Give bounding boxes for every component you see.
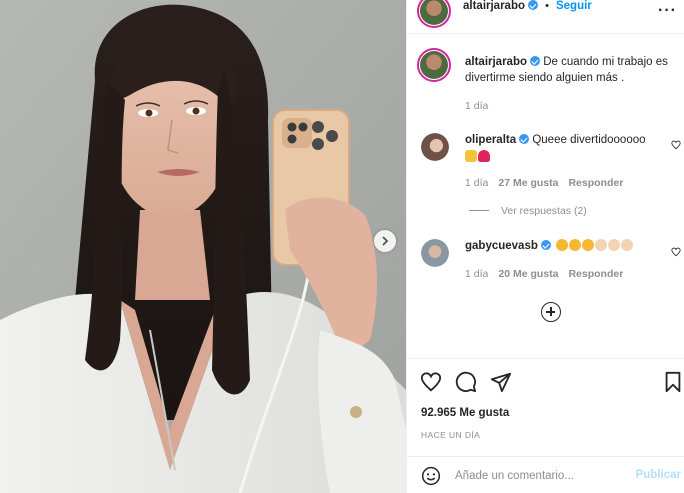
clapping-hands-emoji-icon	[608, 239, 621, 251]
star-struck-emoji-icon	[569, 239, 582, 251]
add-comment-bar: Publicar	[407, 456, 684, 493]
comment-avatar[interactable]	[421, 239, 449, 267]
comment-input[interactable]	[455, 467, 625, 485]
like-comment-heart-icon[interactable]	[671, 140, 681, 150]
post-caption: altairjarabo De cuando mi trabajo es div…	[465, 54, 679, 86]
comment-meta: 1 día 20 Me gusta Responder	[465, 268, 633, 280]
post-header: altairjarabo • Seguir ···	[407, 0, 684, 34]
photo-image	[0, 0, 406, 493]
clapping-hands-emoji-icon	[595, 239, 608, 251]
comment-likes[interactable]: 20 Me gusta	[498, 268, 558, 280]
comment-username[interactable]: gabycuevasb	[465, 240, 538, 252]
star-struck-emoji-icon	[556, 239, 569, 251]
likes-count[interactable]: 92.965 Me gusta	[421, 407, 509, 419]
star-struck-emoji-icon	[582, 239, 595, 251]
comment-time: 1 día	[465, 268, 489, 280]
reply-button[interactable]: Responder	[568, 177, 623, 189]
post-photo[interactable]	[0, 0, 406, 493]
view-replies-button[interactable]: Ver respuestas (2)	[469, 205, 587, 217]
save-bookmark-icon[interactable]	[663, 371, 683, 393]
comment-likes[interactable]: 27 Me gusta	[498, 177, 558, 189]
author-username[interactable]: altairjarabo	[463, 0, 525, 12]
share-send-icon[interactable]	[490, 371, 512, 393]
post-actions: 92.965 Me gusta HACE UN DÍA Publicar	[407, 358, 684, 493]
comment-username[interactable]: oliperalta	[465, 134, 516, 146]
red-heart-emoji-icon	[478, 150, 490, 162]
verified-icon	[528, 0, 538, 10]
emoji-icon[interactable]	[421, 466, 441, 486]
caption-username[interactable]: altairjarabo	[465, 56, 527, 68]
comment-avatar[interactable]	[421, 133, 449, 161]
publish-comment-button[interactable]: Publicar	[636, 469, 681, 481]
post-side-panel: altairjarabo • Seguir ··· altairjarabo D…	[406, 0, 684, 493]
caption-author-avatar[interactable]	[417, 48, 451, 82]
comment-meta: 1 día 27 Me gusta Responder	[465, 177, 633, 189]
verified-icon	[519, 134, 530, 144]
comment-item: gabycuevasb	[465, 238, 665, 255]
comment-item: oliperalta Queee divertidoooooo	[465, 132, 665, 166]
load-more-comments-icon[interactable]	[541, 302, 561, 322]
raising-hands-emoji-icon	[465, 150, 477, 162]
next-photo-button[interactable]	[374, 230, 396, 252]
verified-icon	[540, 240, 551, 250]
comment-bubble-icon[interactable]	[455, 371, 477, 393]
clapping-hands-emoji-icon	[621, 239, 634, 251]
comment-time: 1 día	[465, 177, 489, 189]
post-timestamp: HACE UN DÍA	[421, 430, 481, 440]
caption-time: 1 día	[465, 100, 489, 112]
reply-button[interactable]: Responder	[568, 268, 623, 280]
comment-emojis	[556, 239, 634, 252]
more-options-icon[interactable]: ···	[658, 2, 677, 20]
like-comment-heart-icon[interactable]	[671, 247, 681, 257]
verified-icon	[530, 56, 540, 66]
follow-button[interactable]: Seguir	[556, 0, 592, 12]
author-avatar[interactable]	[417, 0, 451, 28]
comment-text: Queee divertidoooooo	[532, 134, 646, 146]
chevron-right-icon	[382, 236, 389, 246]
like-heart-icon[interactable]	[420, 371, 442, 393]
divider-line	[469, 210, 489, 211]
